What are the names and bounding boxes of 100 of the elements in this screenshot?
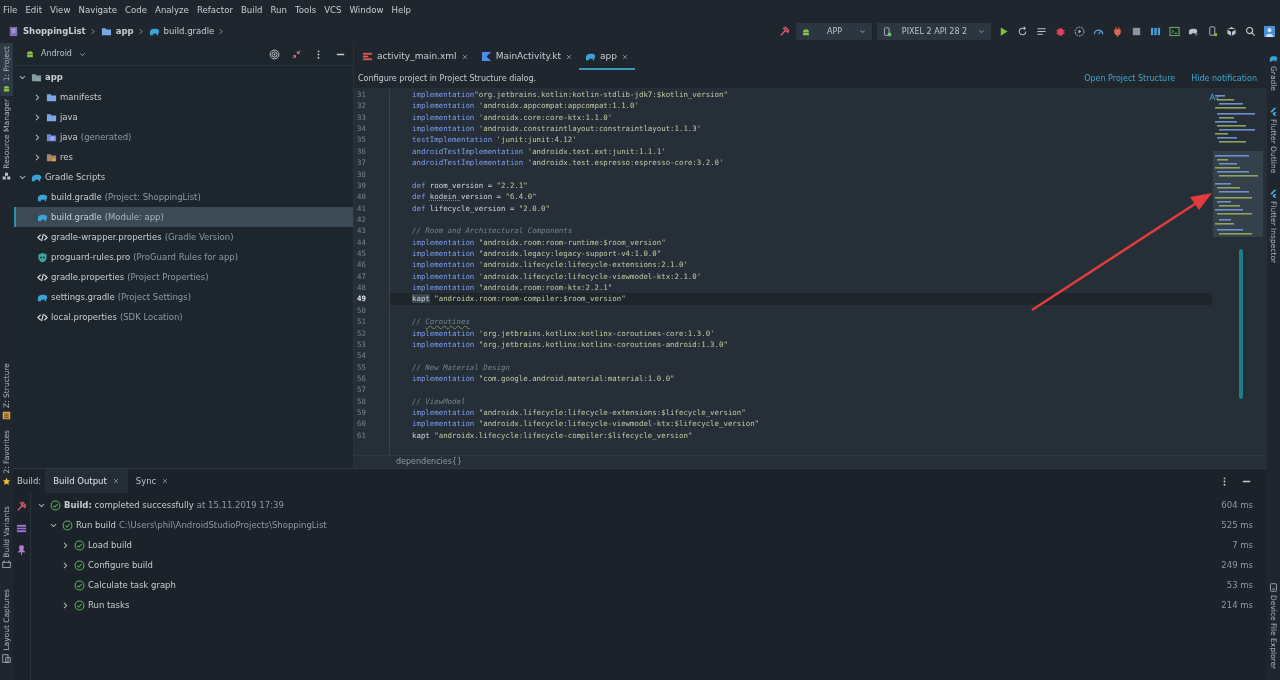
elephant-icon[interactable]: [1187, 26, 1199, 37]
code-icon: [37, 271, 48, 283]
check-icon: [74, 559, 85, 571]
breadcrumb-item[interactable]: ShoppingList: [23, 25, 86, 38]
build-step[interactable]: Configure build: [88, 558, 153, 572]
view-selector[interactable]: Android: [20, 45, 92, 63]
tree-item[interactable]: build.gradle: [51, 210, 102, 224]
collapse-icon[interactable]: [290, 48, 302, 60]
tree-item[interactable]: Gradle Scripts: [45, 170, 106, 184]
close-icon[interactable]: [621, 52, 630, 61]
tree-item[interactable]: java: [60, 130, 78, 144]
code-icon: [37, 311, 48, 323]
build-step[interactable]: Run build: [76, 518, 116, 532]
menu-item[interactable]: View: [50, 3, 71, 17]
tree-item[interactable]: res: [60, 150, 73, 164]
notification-link[interactable]: Open Project Structure: [1084, 73, 1176, 85]
bug-icon[interactable]: [1054, 26, 1066, 37]
panel-tab[interactable]: Build Output: [45, 469, 128, 493]
chevron-right-icon[interactable]: [61, 600, 70, 610]
menu-item[interactable]: Refactor: [196, 3, 233, 17]
editor-tab[interactable]: MainActivity.kt: [474, 43, 580, 70]
editor-breadcrumb[interactable]: dependencies{}: [396, 456, 463, 468]
folder-icon: [31, 71, 42, 83]
rerun-icon[interactable]: [1016, 26, 1028, 37]
build-step[interactable]: Load build: [88, 538, 132, 552]
editor-tab[interactable]: activity_main.xml: [356, 43, 475, 70]
target-icon[interactable]: [268, 48, 280, 60]
tree-item-hint: (Project Settings): [117, 290, 191, 304]
panel-tab[interactable]: Sync: [127, 469, 178, 493]
pin-icon[interactable]: [16, 544, 27, 556]
menu-item[interactable]: Navigate: [78, 3, 117, 17]
terminal-icon[interactable]: [1168, 26, 1180, 37]
chevron-right-icon[interactable]: [33, 132, 42, 142]
tree-item-hint: (generated): [80, 130, 132, 144]
flutter-icon: [1269, 189, 1278, 199]
search-icon[interactable]: [1244, 26, 1256, 37]
duration: 525 ms: [1221, 518, 1253, 532]
folder-icon: [46, 111, 57, 123]
menu-item[interactable]: Analyze: [155, 3, 189, 17]
tree-item[interactable]: manifests: [60, 90, 102, 104]
chevron-right-icon[interactable]: [33, 112, 42, 122]
tree-item[interactable]: gradle.properties: [51, 270, 125, 284]
duration: 249 ms: [1221, 558, 1253, 572]
columns-icon[interactable]: [1149, 26, 1161, 37]
menu-item[interactable]: Run: [270, 3, 287, 17]
close-icon[interactable]: [565, 52, 574, 61]
duration: 7 ms: [1232, 538, 1253, 552]
notification-link[interactable]: Hide notification: [1191, 73, 1257, 85]
tree-item[interactable]: settings.gradle: [51, 290, 115, 304]
tree-item[interactable]: gradle-wrapper.properties: [51, 230, 162, 244]
menu-item[interactable]: Window: [349, 3, 384, 17]
hammer-icon[interactable]: [778, 26, 790, 37]
list-icon[interactable]: [1035, 26, 1047, 37]
close-icon[interactable]: [111, 477, 120, 485]
list-icon[interactable]: [16, 522, 27, 534]
android-icon: [801, 26, 811, 37]
device-dropdown[interactable]: PIXEL 2 API 28 2: [877, 23, 991, 40]
menu-item[interactable]: Code: [125, 3, 147, 17]
chevron-right-icon[interactable]: [61, 540, 70, 550]
breadcrumb-item[interactable]: build.gradle: [163, 25, 215, 38]
star-icon: [2, 476, 11, 486]
tree-item[interactable]: app: [45, 70, 63, 84]
chevron-right-icon: [89, 27, 97, 36]
gauge-icon[interactable]: [1092, 26, 1104, 37]
breadcrumb-item[interactable]: app: [115, 25, 134, 38]
menu-item[interactable]: Help: [391, 3, 411, 17]
phone-icon[interactable]: [1206, 26, 1218, 37]
menu-item[interactable]: Tools: [295, 3, 317, 17]
build-step[interactable]: Run tasks: [88, 598, 130, 612]
tree-item[interactable]: local.properties: [51, 310, 117, 324]
menu-item[interactable]: File: [3, 3, 18, 17]
menu-item[interactable]: Build: [240, 3, 263, 17]
hammer-icon[interactable]: [16, 500, 27, 512]
chevron-right-icon[interactable]: [33, 152, 42, 162]
scrollbar[interactable]: [1239, 249, 1243, 399]
cube-icon[interactable]: [1225, 26, 1237, 37]
close-icon[interactable]: [161, 477, 170, 485]
stop-icon[interactable]: [1130, 26, 1142, 37]
structure-icon: [2, 411, 11, 421]
close-icon[interactable]: [460, 52, 469, 61]
plug-icon[interactable]: [1111, 26, 1123, 37]
play-circle-icon[interactable]: [1073, 26, 1085, 37]
chevron-right-icon[interactable]: [61, 560, 70, 570]
build-step[interactable]: Calculate task graph: [88, 578, 176, 592]
run-configuration-dropdown[interactable]: APP: [796, 23, 872, 40]
tree-item-hint: (SDK Location): [119, 310, 183, 324]
chevron-right-icon[interactable]: [33, 92, 42, 102]
check-icon: [50, 499, 61, 511]
user-icon[interactable]: [1263, 26, 1275, 37]
folder-icon: [46, 91, 57, 103]
tree-item-hint: (Gradle Version): [164, 230, 234, 244]
build-step[interactable]: Build: completed successfully: [64, 498, 194, 512]
tree-item[interactable]: build.gradle: [51, 190, 102, 204]
notification-message: Configure project in Project Structure dialog.: [358, 73, 537, 85]
menu-item[interactable]: Edit: [25, 3, 43, 17]
menu-item[interactable]: VCS: [324, 3, 342, 17]
tree-item[interactable]: java: [60, 110, 78, 124]
inspection-icon: [1209, 92, 1219, 102]
tree-item[interactable]: proguard-rules.pro: [51, 250, 131, 264]
editor-tab[interactable]: app: [579, 43, 636, 70]
